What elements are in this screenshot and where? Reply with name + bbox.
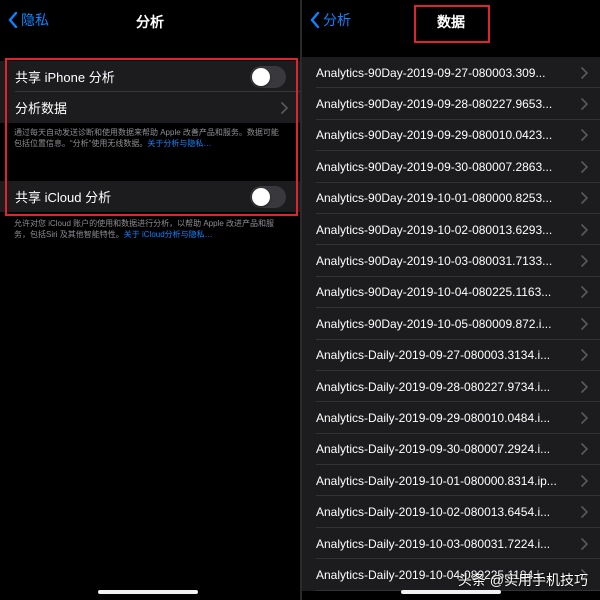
chevron-right-icon [581,537,588,550]
list-item[interactable]: Analytics-90Day-2019-10-01-080000.8253..… [302,183,600,214]
list-item[interactable]: Analytics-90Day-2019-09-29-080010.0423..… [302,120,600,152]
about-analytics-privacy-link[interactable]: 关于分析与隐私… [147,139,211,148]
list-item-label: Analytics-Daily-2019-10-02-080013.6454.i… [316,505,551,520]
list-item[interactable]: Analytics-Daily-2019-09-30-080007.2924.i… [302,434,600,466]
share-iphone-toggle[interactable] [250,65,286,88]
list-item[interactable]: Analytics-90Day-2019-09-30-080007.2863..… [302,151,600,183]
share-iphone-row: 共享 iPhone 分析 [0,61,300,92]
list-item-label: Analytics-90Day-2019-10-05-080009.872.i.… [316,316,552,331]
chevron-right-icon [581,223,588,236]
chevron-right-icon [581,161,588,173]
home-indicator [98,590,198,594]
list-item-label: Analytics-90Day-2019-09-29-080010.0423..… [316,128,553,143]
share-iphone-label: 共享 iPhone 分析 [15,70,115,85]
chevron-right-icon [581,380,588,393]
list-item[interactable]: Analytics-Daily-2019-10-02-080013.6454.i… [302,496,600,528]
list-item-label: Analytics-90Day-2019-10-04-080225.1163..… [316,285,552,300]
chevron-right-icon [581,98,588,110]
analytics-group: 共享 iPhone 分析 分析数据 [0,61,300,123]
list-item[interactable]: Analytics-90Day-2019-10-03-080031.7133..… [302,245,600,277]
list-item[interactable]: Analytics-90Day-2019-09-27-080003.309... [302,57,600,89]
list-item-label: Analytics-Daily-2019-10-03-080031.7224.i… [316,536,551,551]
right-screen: 分析 数据 Analytics-90Day-2019-09-27-080003.… [302,0,600,600]
chevron-right-icon [581,255,588,267]
home-indicator [401,590,501,594]
chevron-right-icon [581,412,588,424]
page-title: 数据 [437,14,465,30]
list-item-label: Analytics-Daily-2019-09-29-080010.0484.i… [316,410,551,425]
chevron-right-icon [581,349,588,362]
list-item[interactable]: Analytics-Daily-2019-10-01-080000.8314.i… [302,465,600,497]
list-item[interactable]: Analytics-Daily-2019-10-03-080031.7224.i… [302,528,600,560]
chevron-right-icon [581,318,588,330]
chevron-right-icon [581,443,588,456]
chevron-right-icon [281,101,288,114]
chevron-right-icon [581,192,588,205]
chevron-right-icon [581,129,588,142]
left-screen: 隐私 分析 共享 iPhone 分析 分析数据 通过每天自动发送诊断和使用数据来… [0,0,300,600]
list-item-label: Analytics-Daily-2019-09-28-080227.9734.i… [316,379,551,394]
list-item[interactable]: Analytics-90Day-2019-10-02-080013.6293..… [302,214,600,246]
list-item-label: Analytics-90Day-2019-10-02-080013.6293..… [316,222,553,237]
list-item[interactable]: Analytics-90Day-2019-10-05-080009.872.i.… [302,308,600,340]
list-item-label: Analytics-Daily-2019-09-27-080003.3134.i… [316,348,551,363]
share-icloud-row: 共享 iCloud 分析 [0,181,300,212]
list-item-label: Analytics-Daily-2019-09-30-080007.2924.i… [316,442,551,457]
analytics-data-label: 分析数据 [15,101,68,116]
list-item-label: Analytics-90Day-2019-10-01-080000.8253..… [316,191,553,206]
icloud-group: 共享 iCloud 分析 [0,181,300,212]
chevron-right-icon [581,506,588,518]
toggle-knob [252,187,270,206]
about-icloud-privacy-link[interactable]: 关于 iCloud分析与隐私… [124,230,213,239]
list-item-label: Analytics-90Day-2019-09-27-080003.309... [316,65,546,80]
share-icloud-toggle[interactable] [250,185,286,208]
list-item[interactable]: Analytics-90Day-2019-10-04-080225.1163..… [302,277,600,309]
list-item-label: Analytics-Daily-2019-10-01-080000.8314.i… [316,473,557,488]
list-item-label: Analytics-90Day-2019-10-03-080031.7133..… [316,254,553,269]
toggle-knob [252,67,270,86]
chevron-right-icon [581,474,588,487]
chevron-right-icon [581,66,588,79]
watermark: 头条 @实用手机技巧 [458,570,588,590]
left-navbar: 隐私 分析 [0,0,300,40]
chevron-right-icon [581,286,588,299]
icloud-footnote: 允许对您 iCloud 账户的使用和数据进行分析，以帮助 Apple 改进产品和… [14,218,286,240]
list-item-label: Analytics-90Day-2019-09-30-080007.2863..… [316,159,553,174]
list-item[interactable]: Analytics-Daily-2019-09-28-080227.9734.i… [302,371,600,403]
analytics-data-row[interactable]: 分析数据 [0,92,300,123]
list-item[interactable]: Analytics-Daily-2019-09-29-080010.0484.i… [302,402,600,434]
list-item[interactable]: Analytics-Daily-2019-09-27-080003.3134.i… [302,340,600,371]
right-navbar: 分析 数据 [302,0,600,40]
list-item[interactable]: Analytics-90Day-2019-09-28-080227.9653..… [302,88,600,120]
share-icloud-label: 共享 iCloud 分析 [15,190,112,205]
list-item-label: Analytics-90Day-2019-09-28-080227.9653..… [316,97,553,112]
watermark-text: 头条 @实用手机技巧 [457,572,588,588]
analytics-file-list: Analytics-90Day-2019-09-27-080003.309...… [302,57,600,591]
analytics-footnote: 通过每天自动发送诊断和使用数据来帮助 Apple 改善产品和服务。数据可能包括位… [14,127,286,149]
page-title: 分析 [136,14,164,30]
